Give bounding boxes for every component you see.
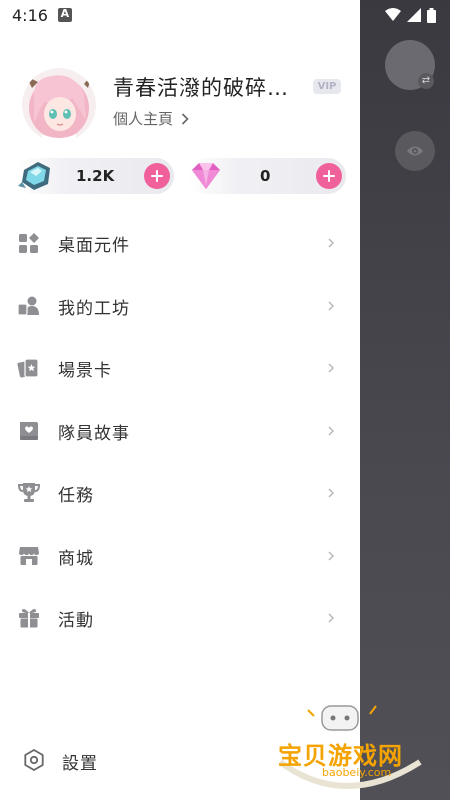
diamond-icon [192,163,220,189]
switch-icon[interactable]: ⇄ [418,73,434,89]
menu-item-label: 我的工坊 [58,298,130,319]
watermark: 宝贝游戏网 baobeiy.com [270,700,430,800]
username: 青春活潑的破碎… [113,76,289,100]
add-crystal-button[interactable] [144,163,170,189]
menu-item-member-stories[interactable]: 隊員故事 [0,404,360,458]
story-book-icon [20,422,38,440]
vip-badge[interactable]: VIP [313,79,341,94]
menu-item-store[interactable]: 商城 [0,529,360,583]
menu-item-label: 場景卡 [58,360,112,381]
menu-item-label: 桌面元件 [58,235,130,256]
menu-item-label: 商城 [58,548,94,569]
add-diamond-button[interactable] [316,163,342,189]
menu-item-label: 隊員故事 [58,423,130,444]
menu-item-scene-card[interactable]: 場景卡 [0,341,360,395]
store-icon [19,547,39,565]
profile-avatar[interactable] [22,68,96,142]
chevron-right-icon [328,301,334,311]
widgets-icon [19,233,39,253]
wifi-icon [385,8,401,21]
workshop-icon [17,296,39,316]
chevron-right-icon [328,613,334,623]
trophy-icon [17,483,41,502]
chevron-right-icon [328,363,334,373]
menu-item-events[interactable]: 活動 [0,591,360,645]
chevron-right-icon [328,551,334,561]
menu-item-workshop[interactable]: 我的工坊 [0,279,360,333]
status-time: 4:16 [12,5,48,25]
diamond-value: 0 [260,167,271,185]
menu-item-label: 任務 [58,485,94,506]
crystal-icon [18,162,50,190]
crystal-value: 1.2K [76,167,115,185]
scene-card-icon [17,358,39,378]
profile-page-label: 個人主頁 [113,110,174,128]
crystal-balance: 1.2K [16,158,174,194]
menu-item-tasks[interactable]: 任務 [0,466,360,520]
profile-page-link[interactable]: 個人主頁 [113,108,189,129]
settings-button[interactable]: 設置 [0,735,200,785]
watermark-url: baobeiy.com [322,766,392,779]
drawer-scrim[interactable] [360,0,450,800]
settings-label: 設置 [62,754,98,774]
battery-icon [427,7,436,23]
menu-item-label: 活動 [58,610,94,631]
eye-icon [407,146,423,156]
eye-button[interactable] [395,131,435,171]
chevron-right-icon [328,488,334,498]
cell-signal-icon [407,8,421,22]
chevron-right-icon [328,426,334,436]
navigation-drawer: 青春活潑的破碎… VIP 個人主頁 1.2K 0 桌面元件 我的工坊 場景卡 隊… [0,0,360,800]
status-bar: 4:16 [0,0,450,30]
menu-item-widgets[interactable]: 桌面元件 [0,216,360,270]
chevron-right-icon [328,238,334,248]
app-notification-icon [57,7,72,22]
settings-icon [24,749,44,771]
diamond-balance: 0 [188,158,346,194]
gift-icon [19,609,39,628]
chevron-right-icon [181,112,189,125]
